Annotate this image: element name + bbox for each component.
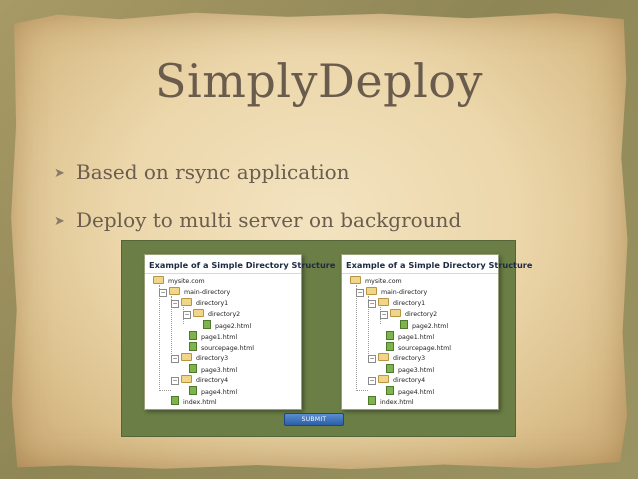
bullet-text: Based on rsync application bbox=[76, 160, 350, 184]
collapse-toggle-icon[interactable]: − bbox=[356, 289, 364, 297]
collapse-toggle-icon[interactable]: − bbox=[368, 355, 376, 363]
folder-icon bbox=[181, 375, 192, 383]
collapse-toggle-icon[interactable]: − bbox=[159, 289, 167, 297]
submit-button[interactable]: SUBMIT bbox=[284, 413, 344, 426]
tree-item[interactable]: − main-directory bbox=[159, 287, 230, 298]
collapse-toggle-icon[interactable]: − bbox=[171, 377, 179, 385]
slide-title: SimplyDeploy bbox=[155, 54, 483, 108]
html-file-icon bbox=[189, 342, 197, 351]
html-file-icon bbox=[386, 331, 394, 340]
tree-item[interactable]: page2.html bbox=[203, 320, 251, 331]
bullet-text: Deploy to multi server on background bbox=[76, 208, 462, 232]
tree-item[interactable]: − directory4 bbox=[171, 375, 228, 386]
folder-icon bbox=[181, 298, 192, 306]
tree-item[interactable]: page3.html bbox=[386, 364, 434, 375]
html-file-icon bbox=[203, 320, 211, 329]
panel-title: Example of a Simple Directory Structure bbox=[342, 255, 532, 274]
html-file-icon bbox=[368, 396, 376, 405]
html-file-icon bbox=[189, 331, 197, 340]
tree-item[interactable]: − directory1 bbox=[171, 298, 228, 309]
bullet-item: ➤ Deploy to multi server on background bbox=[54, 208, 461, 232]
tree-item[interactable]: − directory4 bbox=[368, 375, 425, 386]
html-file-icon bbox=[400, 320, 408, 329]
arrow-bullet-icon: ➤ bbox=[54, 214, 65, 229]
folder-icon bbox=[350, 276, 361, 284]
panel-title: Example of a Simple Directory Structure bbox=[145, 255, 335, 274]
tree-item[interactable]: − directory2 bbox=[183, 309, 240, 320]
tree-item[interactable]: index.html bbox=[171, 396, 217, 407]
tree-item[interactable]: sourcepage.html bbox=[189, 342, 254, 353]
tree-item[interactable]: − main-directory bbox=[356, 287, 427, 298]
folder-icon bbox=[366, 287, 377, 295]
bullet-item: ➤ Based on rsync application bbox=[54, 160, 350, 184]
folder-icon bbox=[378, 353, 389, 361]
collapse-toggle-icon[interactable]: − bbox=[171, 300, 179, 308]
html-file-icon bbox=[189, 386, 197, 395]
html-file-icon bbox=[386, 342, 394, 351]
folder-icon bbox=[390, 309, 401, 317]
html-file-icon bbox=[189, 364, 197, 373]
html-file-icon bbox=[386, 386, 394, 395]
html-file-icon bbox=[386, 364, 394, 373]
tree-item[interactable]: mysite.com bbox=[153, 276, 205, 287]
tree-item[interactable]: index.html bbox=[368, 396, 414, 407]
tree-item[interactable]: sourcepage.html bbox=[386, 342, 451, 353]
folder-icon bbox=[169, 287, 180, 295]
collapse-toggle-icon[interactable]: − bbox=[368, 377, 376, 385]
tree-item[interactable]: − directory3 bbox=[368, 353, 425, 364]
arrow-bullet-icon: ➤ bbox=[54, 166, 65, 181]
directory-panel-right: Example of a Simple Directory Structure … bbox=[341, 254, 532, 410]
folder-icon bbox=[193, 309, 204, 317]
directory-structure-screenshot: Example of a Simple Directory Structure … bbox=[121, 240, 532, 437]
tree-item[interactable]: mysite.com bbox=[350, 276, 402, 287]
tree-item[interactable]: page3.html bbox=[189, 364, 237, 375]
tree-item[interactable]: page1.html bbox=[189, 331, 237, 342]
directory-tree: mysite.com − main-directory − directory1 −… bbox=[342, 274, 498, 407]
tree-item[interactable]: − directory2 bbox=[380, 309, 437, 320]
directory-panel-left: Example of a Simple Directory Structure … bbox=[144, 254, 335, 410]
tree-item[interactable]: − directory3 bbox=[171, 353, 228, 364]
slide-background: SimplyDeploy ➤ Based on rsync application… bbox=[0, 0, 638, 479]
html-file-icon bbox=[171, 396, 179, 405]
collapse-toggle-icon[interactable]: − bbox=[183, 311, 191, 319]
tree-item[interactable]: − directory1 bbox=[368, 298, 425, 309]
collapse-toggle-icon[interactable]: − bbox=[380, 311, 388, 319]
folder-icon bbox=[181, 353, 192, 361]
collapse-toggle-icon[interactable]: − bbox=[368, 300, 376, 308]
folder-icon bbox=[378, 375, 389, 383]
collapse-toggle-icon[interactable]: − bbox=[171, 355, 179, 363]
folder-icon bbox=[378, 298, 389, 306]
directory-tree: mysite.com − main-directory − directory1 −… bbox=[145, 274, 301, 407]
tree-item[interactable]: page1.html bbox=[386, 331, 434, 342]
folder-icon bbox=[153, 276, 164, 284]
tree-item[interactable]: page2.html bbox=[400, 320, 448, 331]
